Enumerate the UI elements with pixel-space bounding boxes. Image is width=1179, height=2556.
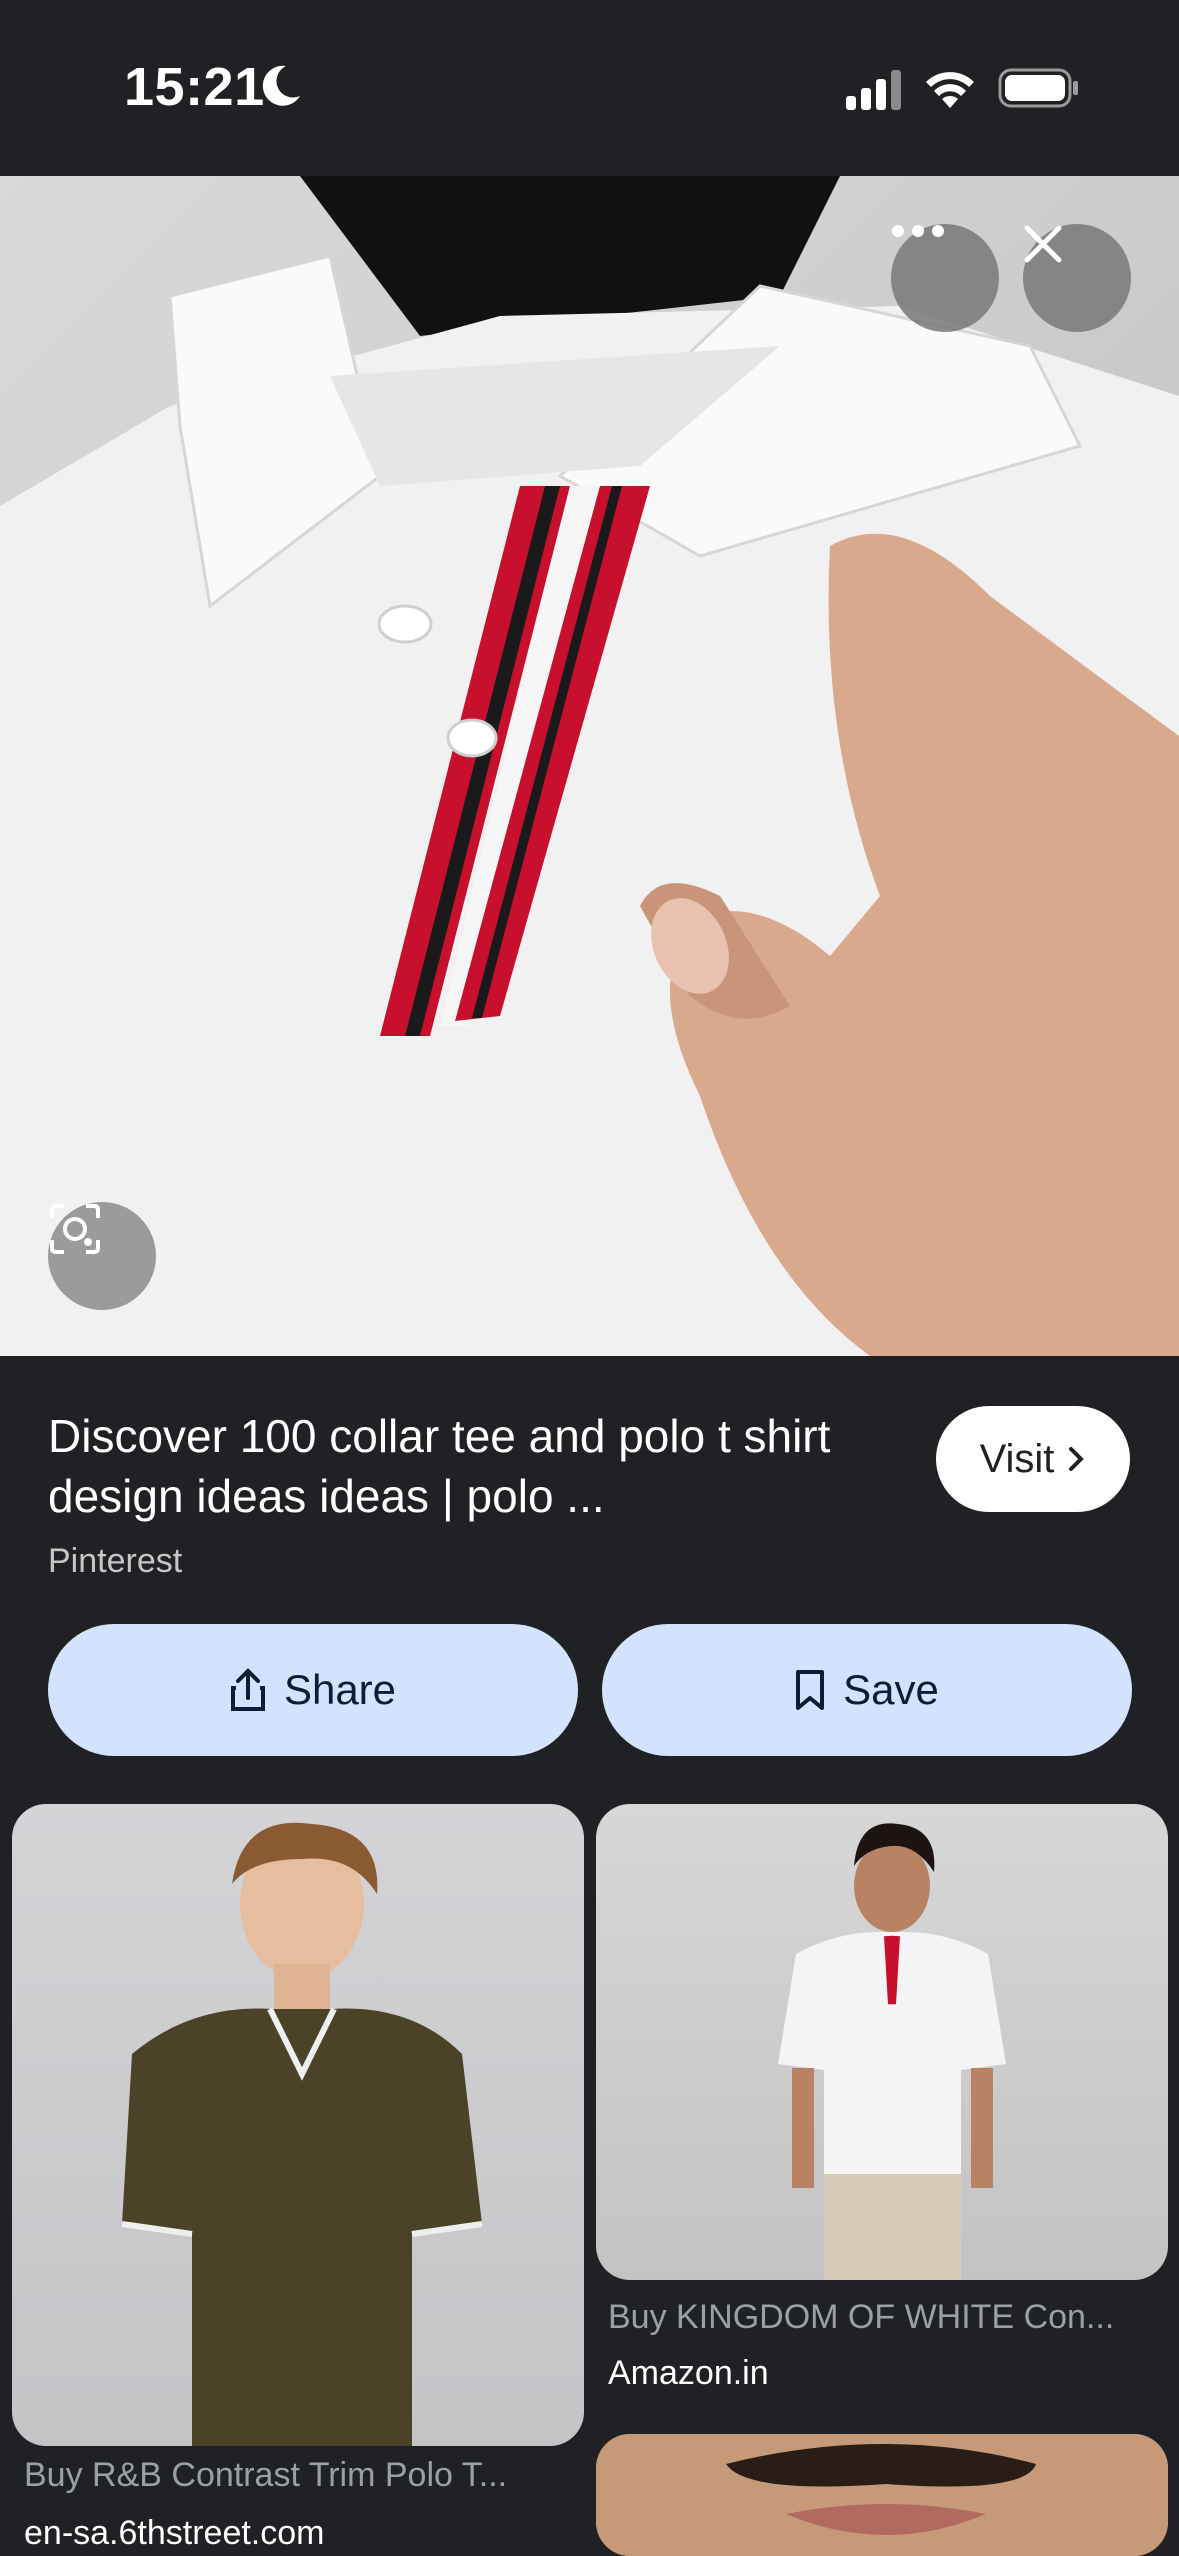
related-image-card[interactable] — [596, 1804, 1168, 2280]
lens-search-button[interactable] — [48, 1202, 156, 1310]
status-bar: 15:21 — [0, 0, 1179, 176]
related-domain[interactable]: Amazon.in — [608, 2354, 769, 2393]
bookmark-icon — [796, 1670, 825, 1710]
save-label: Save — [843, 1666, 939, 1713]
visit-label: Visit — [979, 1436, 1055, 1481]
result-title[interactable]: Discover 100 collar tee and polo t shirt… — [48, 1406, 928, 1526]
chevron-right-icon — [1069, 1447, 1085, 1471]
olive-polo-image — [121, 1822, 483, 2446]
more-horizontal-icon — [892, 225, 944, 237]
share-label: Share — [283, 1666, 397, 1713]
related-caption[interactable]: Buy R&B Contrast Trim Polo T... — [24, 2456, 584, 2495]
share-button[interactable]: Share — [48, 1624, 578, 1756]
related-image-card[interactable] — [596, 2434, 1168, 2556]
result-source: Pinterest — [48, 1542, 183, 1580]
related-domain[interactable]: en-sa.6thstreet.com — [24, 2514, 324, 2553]
hero-image[interactable] — [0, 176, 1179, 1356]
moon-icon — [262, 65, 300, 106]
share-icon — [230, 1668, 265, 1711]
status-time: 15:21 — [124, 57, 265, 117]
save-button[interactable]: Save — [602, 1624, 1132, 1756]
lens-search-icon — [50, 1204, 100, 1254]
close-button[interactable] — [1023, 224, 1131, 332]
visit-button[interactable]: Visit — [936, 1406, 1130, 1512]
more-options-button[interactable] — [891, 224, 999, 332]
wifi-icon — [926, 72, 974, 108]
white-polo-image — [778, 1823, 1006, 2280]
related-image-card[interactable] — [12, 1804, 584, 2446]
face-closeup-image — [596, 2434, 1168, 2556]
battery-icon — [998, 68, 1078, 108]
signal-icon — [846, 70, 901, 110]
related-caption[interactable]: Buy KINGDOM OF WHITE Con... — [608, 2298, 1168, 2337]
polo-shirt-image — [0, 176, 1179, 1356]
close-icon — [1024, 225, 1062, 263]
